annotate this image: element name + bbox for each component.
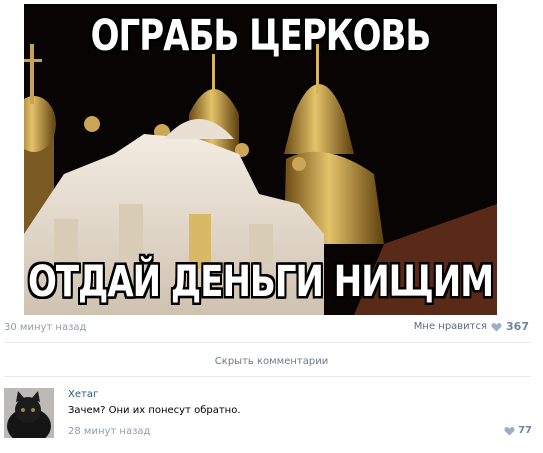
meme-caption-bottom: ОТДАЙ ДЕНЬГИ НИЩИМ: [27, 257, 494, 307]
avatar[interactable]: [4, 388, 54, 438]
post-image[interactable]: ОГРАБЬ ЦЕРКОВЬ ОТДАЙ ДЕНЬГИ НИЩИМ: [24, 4, 497, 315]
divider: [4, 376, 531, 377]
divider: [4, 342, 531, 343]
comment-author[interactable]: Хетаг: [68, 389, 98, 400]
hide-comments-link[interactable]: Скрыть комментарии: [0, 356, 543, 367]
heart-icon: [491, 322, 502, 332]
like-label: Мне нравится: [413, 321, 488, 332]
post-time[interactable]: 30 минут назад: [4, 322, 86, 333]
meme-caption-top: ОГРАБЬ ЦЕРКОВЬ: [90, 11, 432, 61]
comment-like-button[interactable]: 77: [504, 425, 532, 436]
post-like-button[interactable]: Мне нравится 367: [414, 320, 529, 333]
heart-icon: [504, 426, 515, 436]
avatar-image: [4, 388, 54, 438]
comment-time[interactable]: 28 минут назад: [68, 426, 150, 437]
comment-text: Зачем? Они их понесут обратно.: [68, 405, 241, 416]
like-count: 367: [506, 320, 529, 333]
comment: Хетаг Зачем? Они их понесут обратно. 28 …: [4, 388, 532, 448]
comment-like-count: 77: [518, 425, 532, 436]
